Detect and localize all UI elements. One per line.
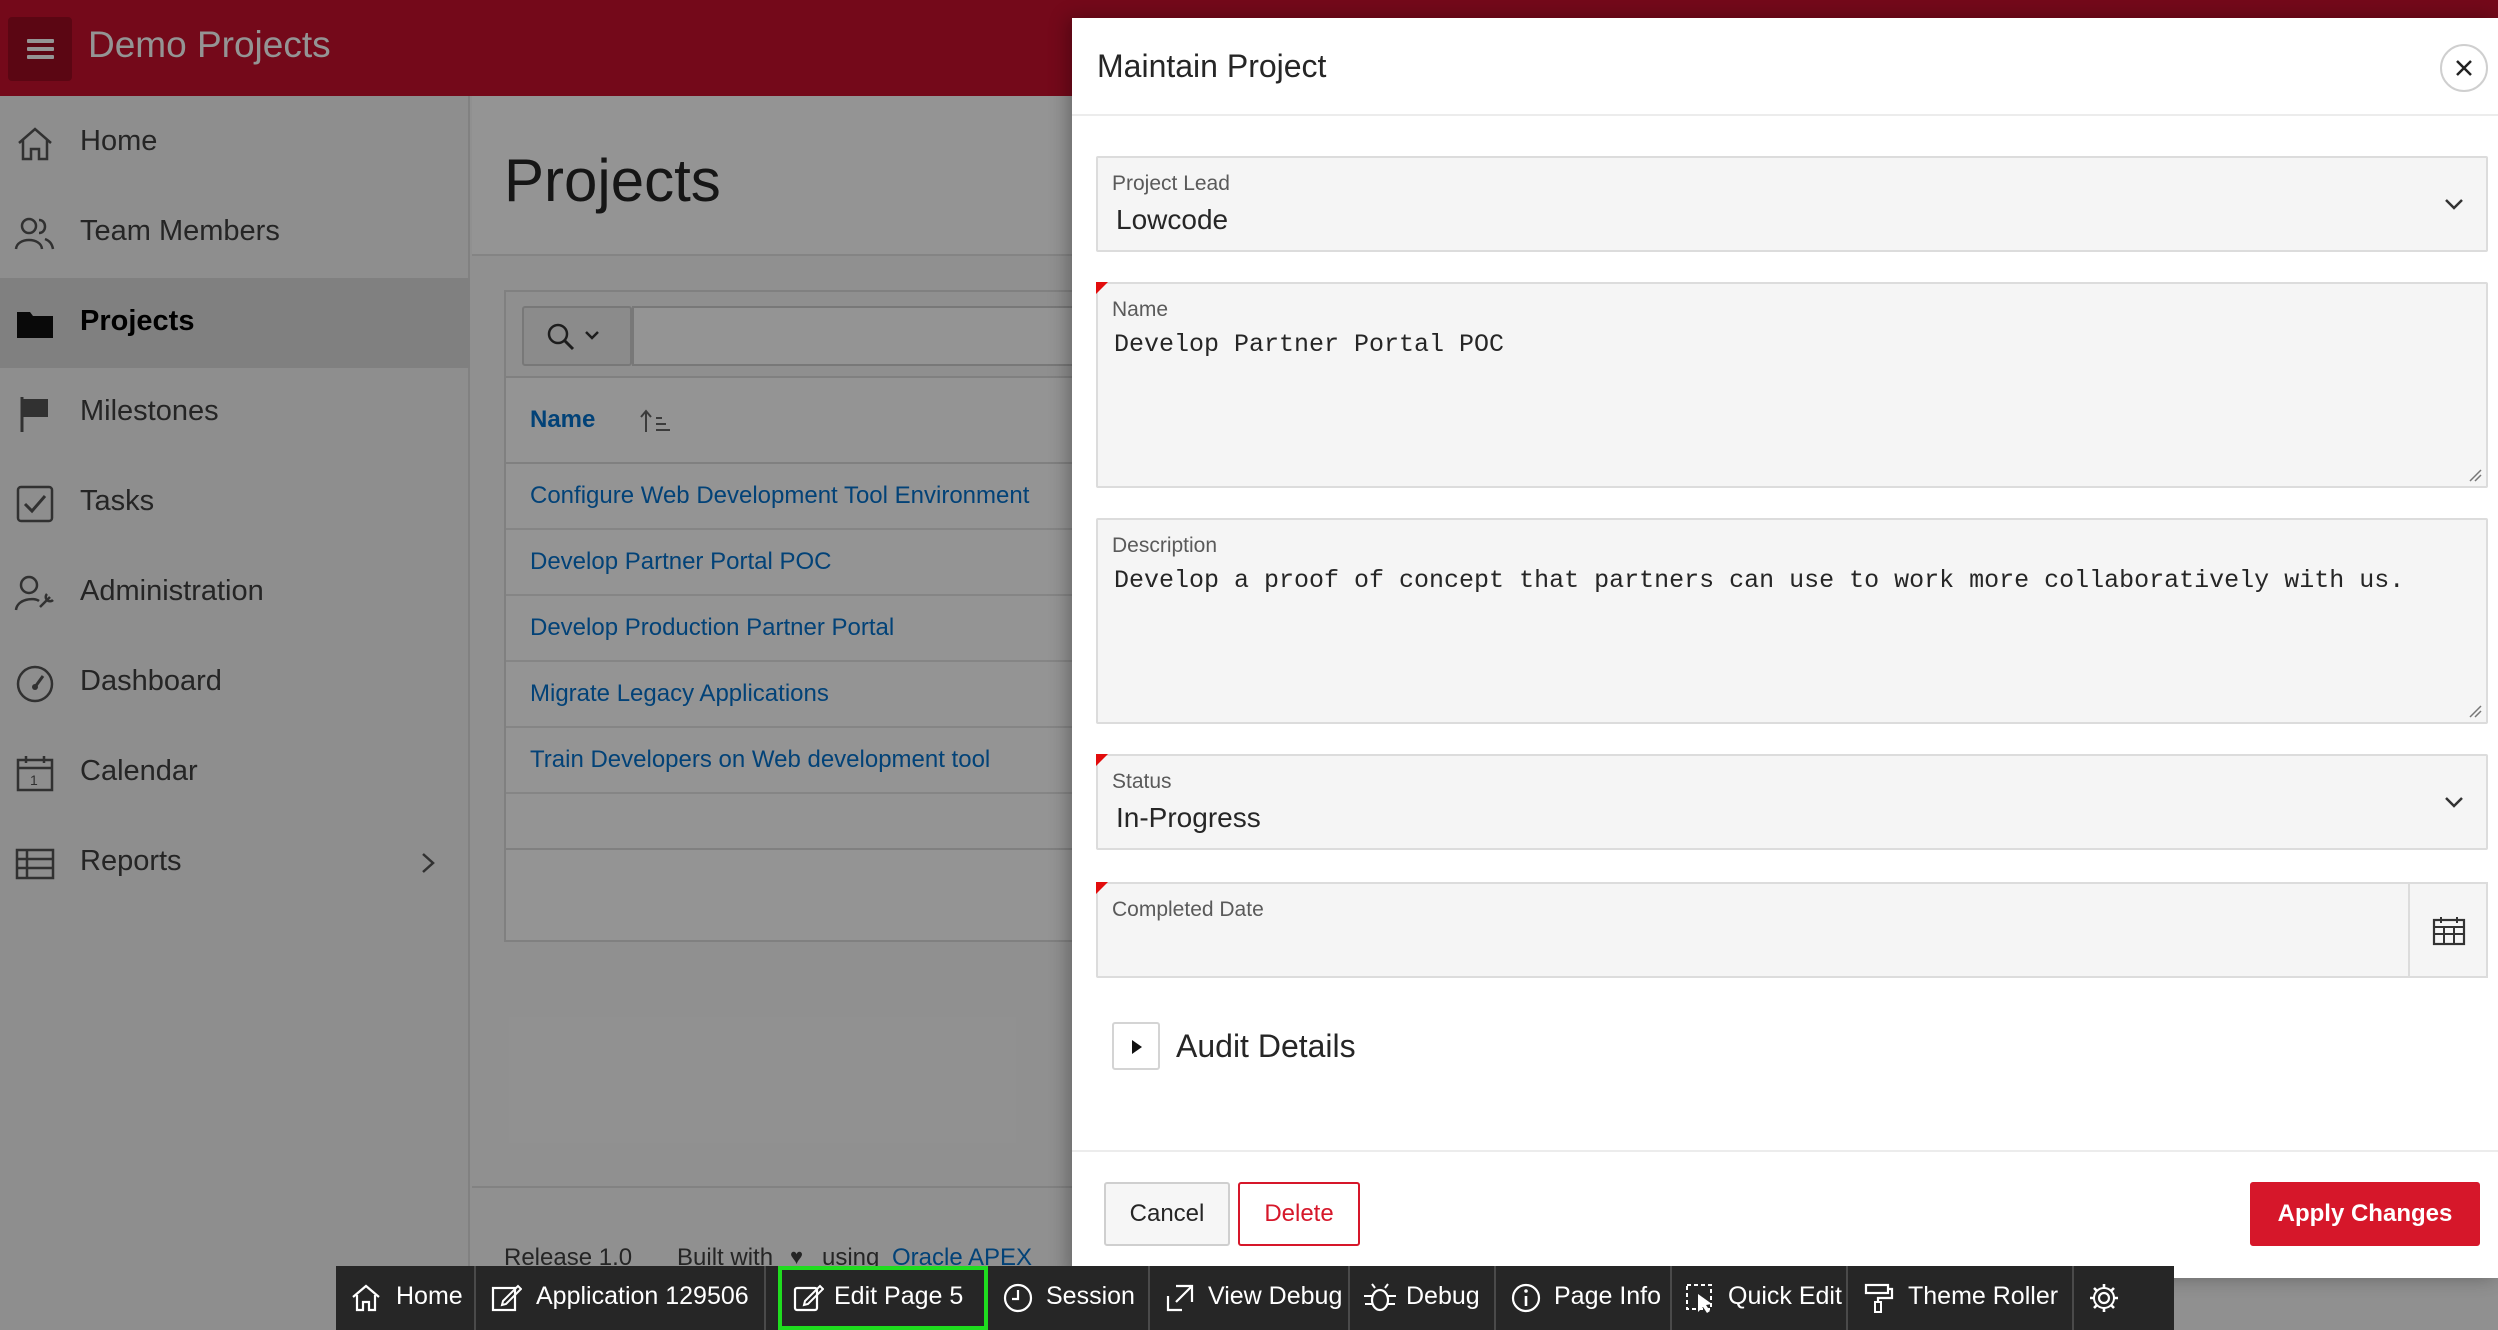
devbar-label: Debug	[1406, 1282, 1480, 1310]
status-select[interactable]: Status In-Progress	[1096, 754, 2488, 850]
bug-icon	[1364, 1283, 1396, 1312]
description-textarea[interactable]: Description Develop a proof of concept t…	[1096, 518, 2488, 724]
paint-roller-icon	[1864, 1283, 1894, 1313]
devbar-theme-roller-button[interactable]: Theme Roller	[1848, 1266, 2074, 1330]
devbar-label: Theme Roller	[1908, 1282, 2059, 1310]
developer-toolbar: Home Application 129506 Edit Page 5 Sess…	[336, 1266, 2174, 1330]
info-icon	[1511, 1283, 1541, 1313]
dialog-footer: Cancel Delete Apply Changes	[1072, 1150, 2498, 1278]
devbar-label: Page Info	[1554, 1282, 1662, 1310]
dialog-body: Project Lead Lowcode Name Develop Partne…	[1072, 116, 2498, 1150]
field-value: Develop a proof of concept that partners…	[1114, 566, 2405, 595]
close-button[interactable]	[2440, 44, 2488, 92]
audit-details-toggle[interactable]	[1112, 1022, 1160, 1070]
chevron-down-icon	[2445, 797, 2463, 808]
clock-icon	[1003, 1283, 1033, 1313]
devbar-page-info-button[interactable]: Page Info	[1496, 1266, 1672, 1330]
devbar-edit-page-button[interactable]: Edit Page 5	[778, 1266, 988, 1330]
field-label: Name	[1112, 298, 1169, 321]
home-icon	[352, 1284, 380, 1312]
resize-handle-icon[interactable]	[2468, 468, 2482, 482]
dialog-title: Maintain Project	[1097, 48, 1327, 84]
devbar-quick-edit-button[interactable]: Quick Edit	[1672, 1266, 1848, 1330]
devbar-debug-button[interactable]: Debug	[1350, 1266, 1496, 1330]
calendar-button[interactable]	[2408, 882, 2488, 978]
chevron-down-icon	[2445, 199, 2463, 210]
name-textarea[interactable]: Name Develop Partner Portal POC	[1096, 282, 2488, 488]
devbar-label: View Debug	[1208, 1282, 1343, 1310]
field-value: Develop Partner Portal POC	[1114, 330, 1505, 359]
field-label: Project Lead	[1112, 172, 1230, 195]
devbar-application-button[interactable]: Application 129506	[476, 1266, 766, 1330]
devbar-settings-button[interactable]	[2074, 1266, 2174, 1330]
external-link-icon	[1166, 1284, 1194, 1312]
delete-button[interactable]: Delete	[1238, 1182, 1360, 1246]
required-indicator	[1096, 882, 1108, 894]
devbar-label: Quick Edit	[1728, 1282, 1842, 1310]
field-label: Status	[1112, 770, 1172, 793]
devbar-label: Edit Page 5	[834, 1282, 964, 1310]
field-value: In-Progress	[1116, 802, 1261, 833]
required-indicator	[1096, 282, 1108, 294]
required-indicator	[1096, 754, 1108, 766]
devbar-label: Session	[1046, 1282, 1135, 1310]
calendar-icon	[2432, 917, 2466, 946]
dialog-header: Maintain Project	[1072, 18, 2498, 116]
devbar-label: Home	[396, 1282, 463, 1310]
edit-icon	[491, 1284, 522, 1312]
maintain-project-dialog: Maintain Project Project Lead Lowcode Na…	[1072, 18, 2498, 1278]
gear-icon	[2090, 1284, 2118, 1312]
close-icon	[2456, 60, 2472, 76]
caret-right-icon	[1132, 1040, 1142, 1054]
resize-handle-icon[interactable]	[2468, 704, 2482, 718]
completed-date-picker[interactable]: Completed Date	[1096, 882, 2488, 978]
field-label: Description	[1112, 534, 1218, 557]
field-value: Lowcode	[1116, 204, 1229, 235]
devbar-home-button[interactable]: Home	[336, 1266, 476, 1330]
devbar-view-debug-button[interactable]: View Debug	[1150, 1266, 1350, 1330]
cancel-button[interactable]: Cancel	[1104, 1182, 1230, 1246]
project-lead-select[interactable]: Project Lead Lowcode	[1096, 156, 2488, 252]
quick-edit-icon	[1686, 1284, 1712, 1313]
devbar-label: Application 129506	[536, 1282, 749, 1310]
apply-changes-button[interactable]: Apply Changes	[2250, 1182, 2480, 1246]
field-label: Completed Date	[1112, 898, 1264, 921]
edit-icon	[793, 1284, 824, 1312]
devbar-session-button[interactable]: Session	[990, 1266, 1150, 1330]
audit-details-title[interactable]: Audit Details	[1176, 1028, 1356, 1065]
